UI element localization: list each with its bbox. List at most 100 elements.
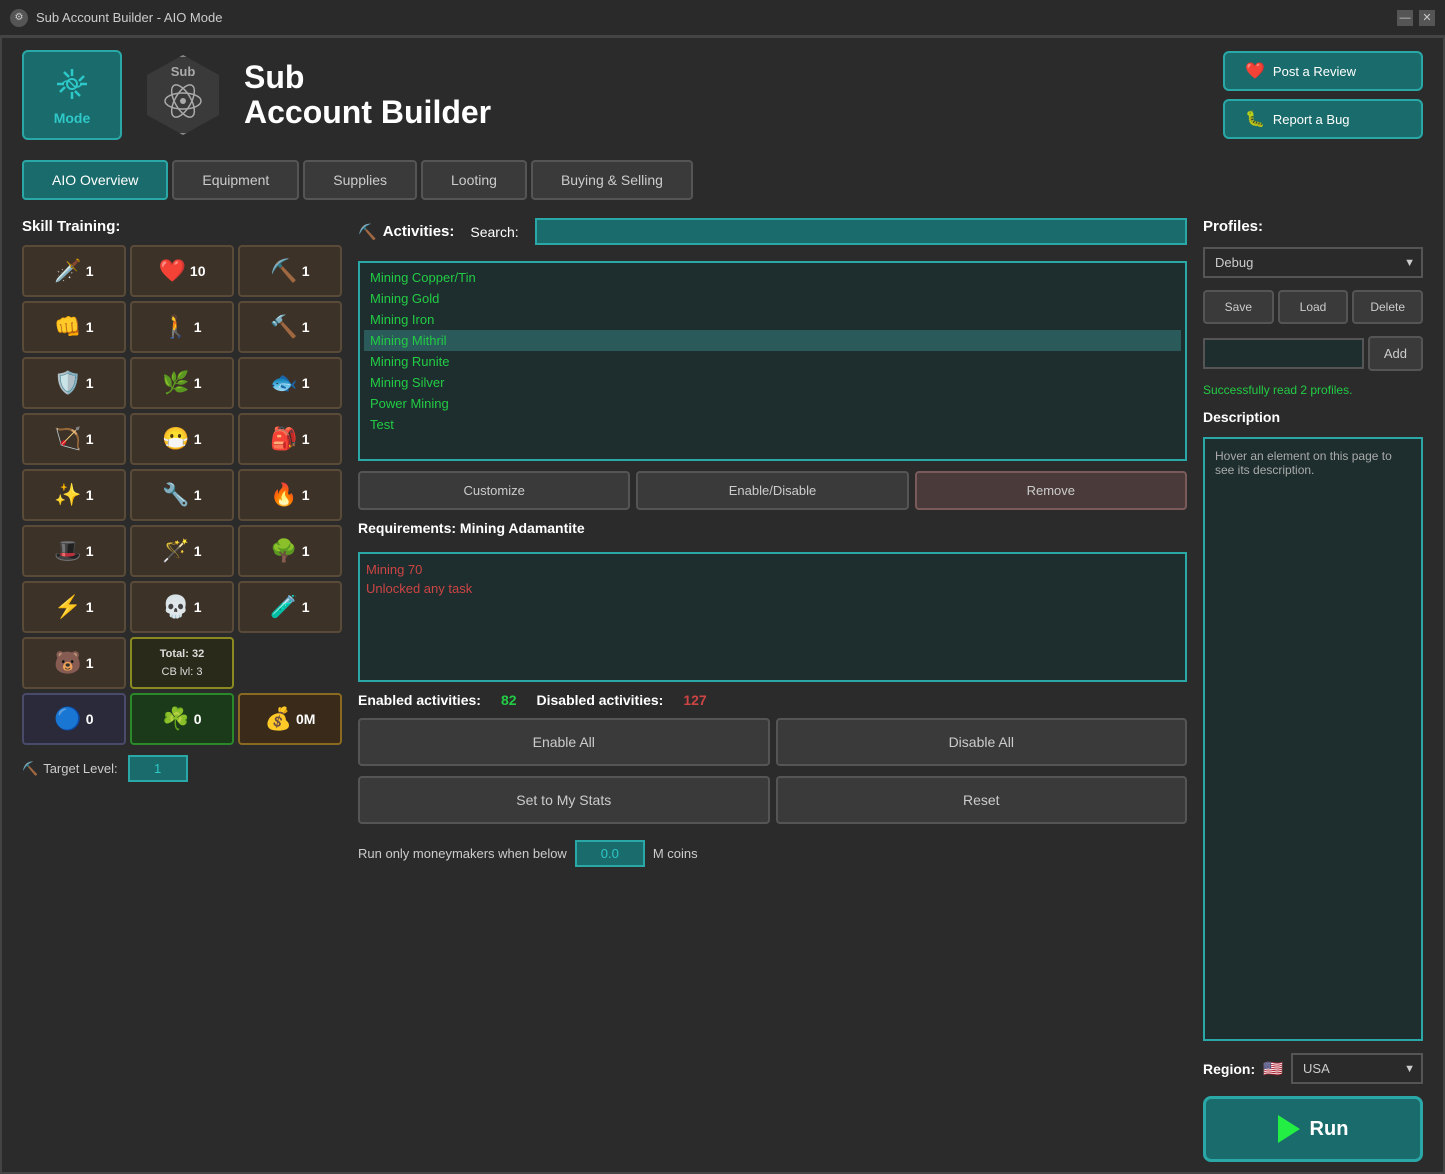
set-reset-buttons: Set to My Stats Reset: [358, 776, 1187, 824]
skill-cooking[interactable]: 🎒 1: [238, 413, 342, 465]
add-profile-button[interactable]: Add: [1368, 336, 1423, 371]
delete-button[interactable]: Delete: [1352, 290, 1423, 324]
skill-total[interactable]: Total: 32 CB lvl: 3: [130, 637, 234, 689]
activity-item-silver[interactable]: Mining Silver: [364, 372, 1181, 393]
load-button[interactable]: Load: [1278, 290, 1349, 324]
logo-hex: Sub: [138, 50, 228, 140]
tab-supplies[interactable]: Supplies: [303, 160, 417, 200]
activity-item-test[interactable]: Test: [364, 414, 1181, 435]
description-box: Hover an element on this page to see its…: [1203, 437, 1423, 1041]
skill-firemaking[interactable]: 🔥 1: [238, 469, 342, 521]
skill-farming[interactable]: 🧪 1: [238, 581, 342, 633]
activity-item-power[interactable]: Power Mining: [364, 393, 1181, 414]
tab-aio-overview[interactable]: AIO Overview: [22, 160, 168, 200]
bug-icon: 🐛: [1245, 109, 1265, 129]
success-message: Successfully read 2 profiles.: [1203, 383, 1423, 397]
prayer-icon: ✨: [54, 482, 81, 508]
window-title: Sub Account Builder - AIO Mode: [36, 10, 222, 25]
run-button[interactable]: Run: [1203, 1096, 1423, 1162]
slayer-icon: 💀: [162, 594, 189, 620]
enable-disable-all-buttons: Enable All Disable All: [358, 718, 1187, 766]
defence-icon: 🛡️: [54, 370, 81, 396]
skill-defence[interactable]: 🛡️ 1: [22, 357, 126, 409]
req-unlocked-task: Unlocked any task: [366, 579, 1179, 598]
profile-select[interactable]: Debug Default Custom: [1203, 247, 1423, 278]
activity-item-gold[interactable]: Mining Gold: [364, 288, 1181, 309]
right-panel: Profiles: Debug Default Custom Save Load…: [1203, 218, 1423, 1162]
tab-buying-selling[interactable]: Buying & Selling: [531, 160, 693, 200]
skill-gp[interactable]: 💰 0M: [238, 693, 342, 745]
skill-hitpoints[interactable]: ❤️ 10: [130, 245, 234, 297]
search-input[interactable]: [535, 218, 1187, 245]
moneymakers-input[interactable]: [575, 840, 645, 867]
skill-hunter[interactable]: 🐻 1: [22, 637, 126, 689]
skill-agility[interactable]: 🚶 1: [130, 301, 234, 353]
region-select[interactable]: USA EU AU: [1291, 1053, 1423, 1084]
header: Mode Sub Sub Account Builder: [2, 38, 1443, 152]
skill-prayer[interactable]: ✨ 1: [22, 469, 126, 521]
skill-woodcutting[interactable]: 🌳 1: [238, 525, 342, 577]
enable-all-button[interactable]: Enable All: [358, 718, 770, 766]
app-title-text: Sub Account Builder: [244, 60, 1207, 130]
skill-smithing[interactable]: 🔨 1: [238, 301, 342, 353]
mode-icon: [52, 64, 92, 104]
logo-atom-icon: [161, 79, 205, 123]
smithing-icon: 🔨: [270, 314, 297, 340]
customize-button[interactable]: Customize: [358, 471, 630, 510]
skill-fishing[interactable]: 🐟 1: [238, 357, 342, 409]
disabled-count: 127: [683, 692, 706, 708]
save-button[interactable]: Save: [1203, 290, 1274, 324]
activity-item-mithril[interactable]: Mining Mithril: [364, 330, 1181, 351]
mode-button[interactable]: Mode: [22, 50, 122, 140]
app-title: Sub Account Builder: [244, 60, 1207, 130]
content-area: Skill Training: 🗡️ 1 ❤️ 10 ⛏️ 1 👊: [2, 208, 1443, 1172]
hex-shape: Sub: [143, 55, 223, 135]
tab-equipment[interactable]: Equipment: [172, 160, 299, 200]
enable-disable-button[interactable]: Enable/Disable: [636, 471, 908, 510]
target-level-input[interactable]: [128, 755, 188, 782]
skill-fletching[interactable]: 🪄 1: [130, 525, 234, 577]
target-level-label: ⛏️ Target Level:: [22, 761, 118, 777]
reset-button[interactable]: Reset: [776, 776, 1188, 824]
set-to-my-stats-button[interactable]: Set to My Stats: [358, 776, 770, 824]
skill-slayer[interactable]: 💀 1: [130, 581, 234, 633]
fletching-icon: 🪄: [162, 538, 189, 564]
header-buttons: ❤️ Post a Review 🐛 Report a Bug: [1223, 51, 1423, 139]
remove-button[interactable]: Remove: [915, 471, 1187, 510]
profile-save-load-delete: Save Load Delete: [1203, 290, 1423, 324]
minimize-button[interactable]: —: [1397, 10, 1413, 26]
play-icon: [1278, 1115, 1300, 1143]
skill-thieving[interactable]: 😷 1: [130, 413, 234, 465]
skill-ranged[interactable]: 🏹 1: [22, 413, 126, 465]
description-text: Hover an element on this page to see its…: [1215, 449, 1392, 477]
activity-item-iron[interactable]: Mining Iron: [364, 309, 1181, 330]
tab-looting[interactable]: Looting: [421, 160, 527, 200]
skill-herblore[interactable]: 🌿 1: [130, 357, 234, 409]
skill-crafting[interactable]: 🔧 1: [130, 469, 234, 521]
crafting-icon: 🔧: [162, 482, 189, 508]
skill-panel-title: Skill Training:: [22, 218, 342, 235]
post-review-button[interactable]: ❤️ Post a Review: [1223, 51, 1423, 91]
skill-attack[interactable]: 🗡️ 1: [22, 245, 126, 297]
main-window: Mode Sub Sub Account Builder: [0, 36, 1445, 1174]
skill-mining[interactable]: ⛏️ 1: [238, 245, 342, 297]
profiles-title: Profiles:: [1203, 218, 1423, 235]
fishing-icon: 🐟: [270, 370, 297, 396]
activity-buttons: Customize Enable/Disable Remove: [358, 471, 1187, 510]
skill-prayer-orb[interactable]: 🔵 0: [22, 693, 126, 745]
hitpoints-icon: ❤️: [159, 258, 186, 284]
mode-label: Mode: [54, 110, 91, 126]
skill-magic[interactable]: 🎩 1: [22, 525, 126, 577]
tab-bar: AIO Overview Equipment Supplies Looting …: [2, 152, 1443, 208]
skill-runecraft[interactable]: ⚡ 1: [22, 581, 126, 633]
skill-summoning[interactable]: ☘️ 0: [130, 693, 234, 745]
profile-name-input[interactable]: [1203, 338, 1364, 369]
activity-item-copper-tin[interactable]: Mining Copper/Tin: [364, 267, 1181, 288]
skill-strength[interactable]: 👊 1: [22, 301, 126, 353]
report-bug-button[interactable]: 🐛 Report a Bug: [1223, 99, 1423, 139]
disable-all-button[interactable]: Disable All: [776, 718, 1188, 766]
requirements-title: Requirements: Mining Adamantite: [358, 520, 1187, 536]
activities-list[interactable]: Mining Copper/Tin Mining Gold Mining Iro…: [358, 261, 1187, 461]
activity-item-runite[interactable]: Mining Runite: [364, 351, 1181, 372]
close-button[interactable]: ✕: [1419, 10, 1435, 26]
